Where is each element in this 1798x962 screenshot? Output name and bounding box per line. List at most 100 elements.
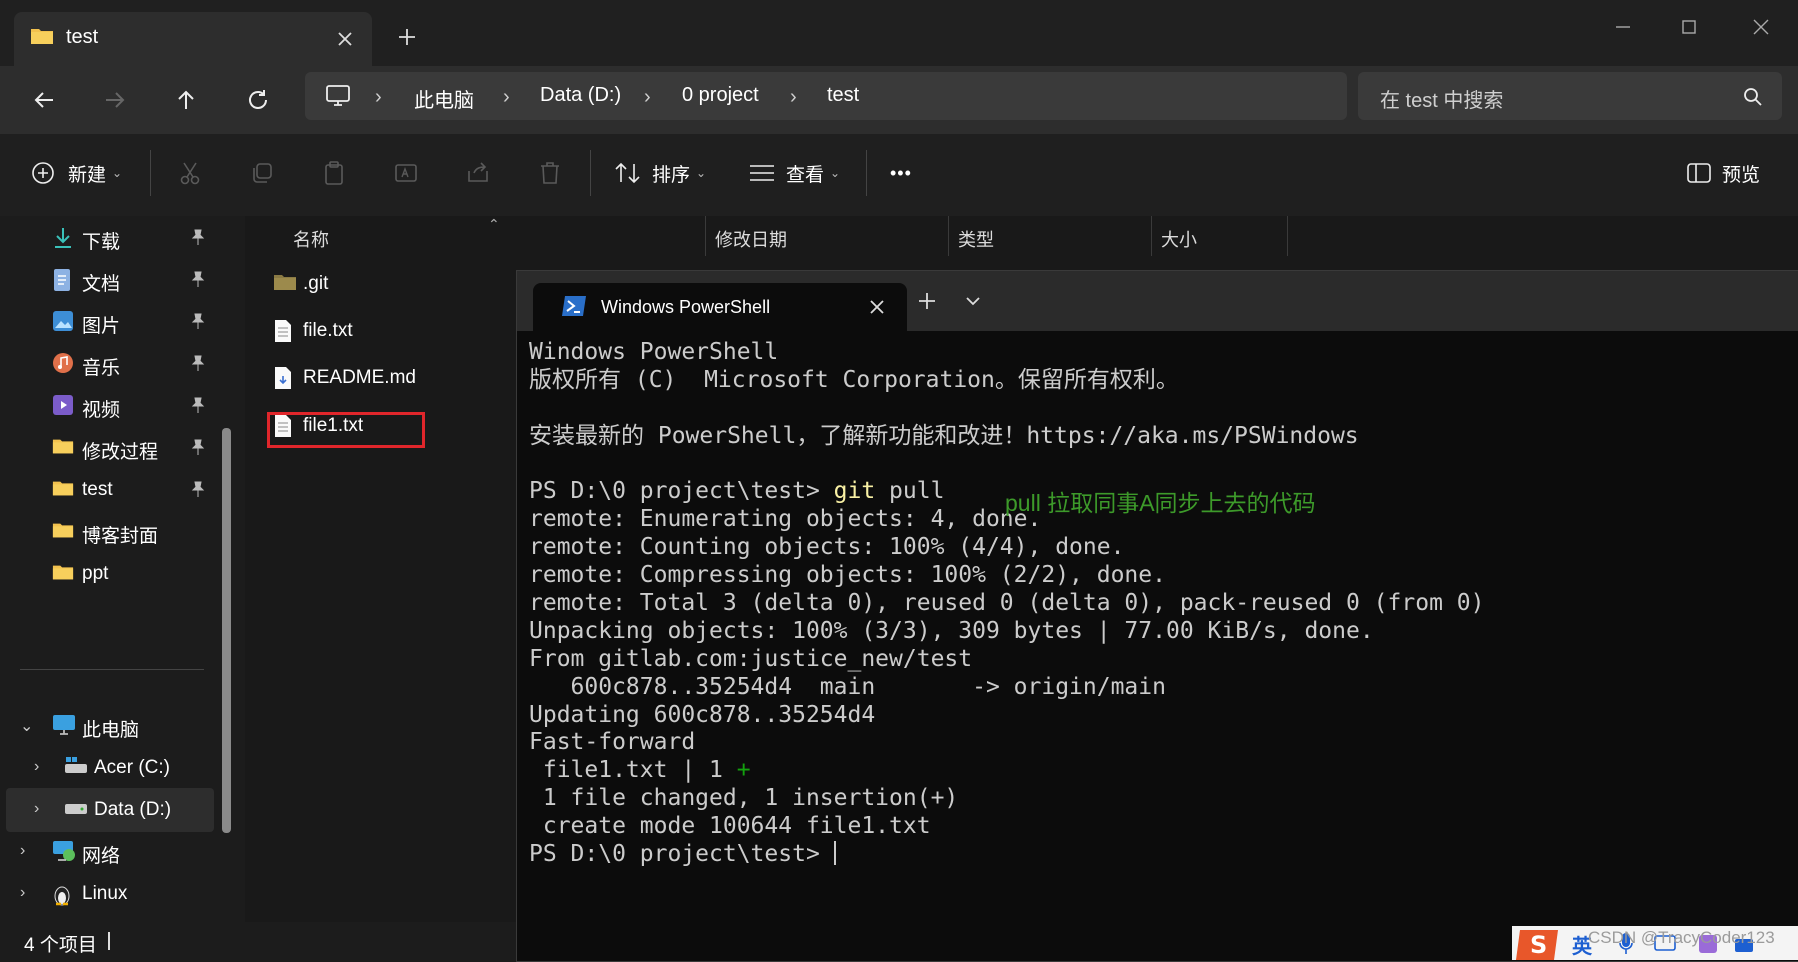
navigation-pane: 下载 文档 图片 音乐 视频 修改过程 test 博客封面 ppt ⌄ 此电脑 …	[0, 216, 245, 922]
chevron-right-icon[interactable]: ›	[34, 800, 39, 818]
close-tab-icon[interactable]	[865, 295, 889, 319]
close-window-button[interactable]	[1746, 12, 1776, 42]
preview-button[interactable]: 预览	[1686, 150, 1760, 196]
linux-penguin-icon	[52, 882, 72, 906]
prompt: PS D:\0 project\test>	[529, 478, 834, 505]
sidebar-item-blog-cover[interactable]: 博客封面	[0, 510, 220, 554]
chevron-right-icon[interactable]: ›	[20, 884, 25, 902]
sidebar-scrollbar[interactable]	[222, 428, 231, 833]
sidebar-item-label: Acer (C:)	[94, 757, 170, 778]
divider	[108, 932, 110, 950]
pin-icon[interactable]	[190, 396, 206, 414]
column-divider[interactable]	[1287, 216, 1288, 256]
pin-icon[interactable]	[190, 480, 206, 498]
chevron-down-icon[interactable]: ⌄	[20, 716, 33, 736]
computer-icon	[325, 84, 351, 108]
back-arrow-icon[interactable]	[26, 82, 62, 118]
divider	[866, 150, 867, 196]
view-button[interactable]: 查看 ⌄	[748, 150, 840, 196]
pin-icon[interactable]	[190, 438, 206, 456]
sidebar-item-folder[interactable]: 修改过程	[0, 426, 220, 470]
breadcrumb-data-d[interactable]: Data (D:)	[540, 84, 621, 107]
delete-icon[interactable]	[536, 150, 564, 196]
chevron-right-icon[interactable]: ›	[644, 86, 651, 109]
windows-drive-icon	[64, 756, 88, 776]
close-tab-icon[interactable]	[332, 26, 358, 52]
terminal-line: create mode 100644 file1.txt	[529, 813, 931, 840]
maximize-button[interactable]	[1674, 12, 1704, 42]
diffstat-text: file1.txt | 1	[529, 757, 737, 784]
terminal-line: Updating 600c878..35254d4	[529, 701, 876, 728]
column-header-type[interactable]: 类型	[958, 226, 994, 252]
text-cursor	[833, 841, 836, 866]
terminal-tab[interactable]: Windows PowerShell	[533, 283, 907, 331]
pin-icon[interactable]	[190, 270, 206, 288]
markdown-file-icon	[273, 366, 293, 390]
copy-icon[interactable]	[248, 150, 276, 196]
address-bar[interactable]: › 此电脑 › Data (D:) › 0 project › test	[305, 72, 1347, 120]
refresh-icon[interactable]	[240, 82, 276, 118]
new-terminal-tab-icon[interactable]	[913, 287, 941, 315]
explorer-tab[interactable]: test	[14, 12, 372, 66]
cut-icon[interactable]	[176, 150, 204, 196]
sidebar-item-music[interactable]: 音乐	[0, 342, 220, 386]
more-options-button[interactable]: •••	[890, 150, 912, 196]
network-icon	[52, 840, 76, 862]
sidebar-item-label: 视频	[82, 400, 121, 421]
terminal-output[interactable]: Windows PowerShell 版权所有 (C) Microsoft Cor…	[529, 339, 1789, 869]
sidebar-item-test[interactable]: test	[0, 468, 220, 512]
pin-icon[interactable]	[190, 228, 206, 246]
search-box[interactable]: 在 test 中搜索	[1358, 72, 1782, 120]
pin-icon[interactable]	[190, 312, 206, 330]
diffstat-plus: +	[736, 757, 751, 784]
column-header-size[interactable]: 大小	[1161, 226, 1197, 252]
sidebar-item-drive-c[interactable]: › Acer (C:)	[0, 746, 220, 790]
sidebar-item-network[interactable]: › 网络	[0, 830, 220, 874]
plus-circle-icon	[32, 162, 54, 184]
terminal-line: PS D:\0 project\test>	[529, 841, 1789, 869]
download-icon	[52, 226, 74, 250]
sidebar-item-downloads[interactable]: 下载	[0, 216, 220, 260]
sidebar-item-documents[interactable]: 文档	[0, 258, 220, 302]
column-header-date[interactable]: 修改日期	[715, 226, 787, 252]
search-placeholder[interactable]: 在 test 中搜索	[1380, 84, 1503, 113]
rename-icon[interactable]	[392, 150, 420, 196]
view-icon	[750, 165, 774, 181]
sidebar-item-drive-d[interactable]: › Data (D:)	[6, 788, 214, 832]
breadcrumb-0-project[interactable]: 0 project	[682, 84, 759, 107]
new-button[interactable]: 新建 ⌄	[30, 150, 122, 196]
pictures-icon	[52, 310, 74, 332]
pin-icon[interactable]	[190, 354, 206, 372]
new-tab-button[interactable]	[392, 22, 422, 52]
sidebar-item-pictures[interactable]: 图片	[0, 300, 220, 344]
sidebar-item-linux[interactable]: › Linux	[0, 872, 220, 916]
paste-icon[interactable]	[320, 150, 348, 196]
terminal-line: Windows PowerShell	[529, 339, 779, 365]
chevron-right-icon[interactable]: ›	[503, 86, 510, 109]
sidebar-item-ppt[interactable]: ppt	[0, 552, 220, 596]
up-arrow-icon[interactable]	[168, 82, 204, 118]
breadcrumb-this-pc[interactable]: 此电脑	[414, 84, 474, 113]
sidebar-item-videos[interactable]: 视频	[0, 384, 220, 428]
breadcrumb-test[interactable]: test	[827, 84, 859, 107]
column-divider[interactable]	[948, 216, 949, 256]
sidebar-item-label: 文档	[82, 274, 121, 295]
forward-arrow-icon[interactable]	[97, 82, 133, 118]
column-header-name[interactable]: 名称	[293, 226, 329, 252]
search-icon[interactable]	[1742, 86, 1764, 108]
minimize-button[interactable]	[1608, 12, 1638, 42]
column-divider[interactable]	[705, 216, 706, 256]
folder-icon	[52, 562, 74, 582]
chevron-right-icon[interactable]: ›	[20, 842, 25, 860]
chevron-down-icon[interactable]	[961, 289, 985, 313]
sidebar-item-label: ppt	[82, 563, 109, 584]
share-icon[interactable]	[464, 150, 492, 196]
prompt: PS D:\0 project\test>	[529, 841, 834, 868]
sidebar-item-this-pc[interactable]: ⌄ 此电脑	[0, 704, 220, 748]
sort-button[interactable]: 排序 ⌄	[614, 150, 706, 196]
chevron-right-icon[interactable]: ›	[34, 758, 39, 776]
chevron-right-icon[interactable]: ›	[790, 86, 797, 109]
video-icon	[52, 394, 74, 416]
column-divider[interactable]	[1151, 216, 1152, 256]
chevron-right-icon[interactable]: ›	[375, 86, 382, 109]
